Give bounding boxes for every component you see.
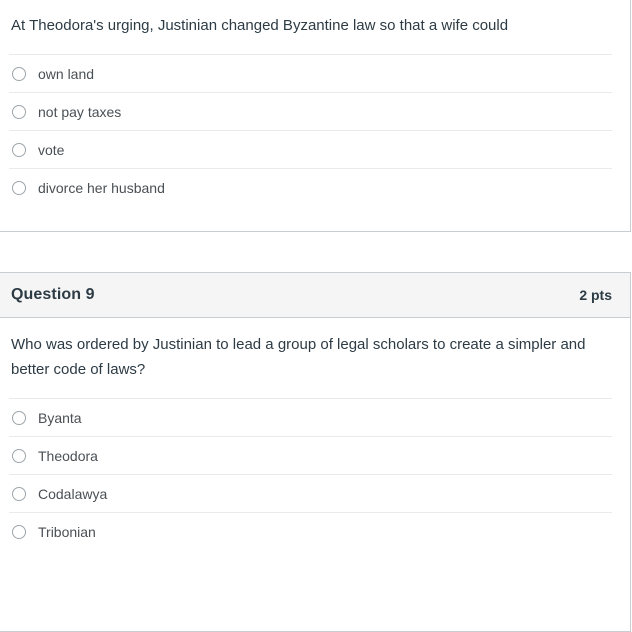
question-title: Question 9 [11, 286, 95, 303]
answer-option-label: not pay taxes [38, 103, 122, 120]
answer-option-label: Tribonian [38, 523, 96, 540]
question-text-1: At Theodora's urging, Justinian changed … [11, 17, 509, 34]
answer-option[interactable]: Byanta [9, 398, 612, 436]
question-points: 2 pts [579, 287, 612, 303]
radio-button-icon[interactable] [12, 524, 26, 539]
answer-option-label: Codalawya [38, 485, 108, 502]
answer-option[interactable]: vote [9, 130, 612, 168]
answer-list-2: Byanta Theodora Codalawya Tribonian [0, 398, 630, 550]
answer-option[interactable]: divorce her husband [9, 168, 612, 206]
question-card-1: At Theodora's urging, Justinian changed … [0, 0, 631, 232]
radio-button-icon[interactable] [12, 104, 26, 119]
radio-button-icon[interactable] [12, 142, 26, 157]
radio-button-icon[interactable] [12, 410, 26, 425]
answer-list-1: own land not pay taxes vote divorce her … [0, 54, 630, 206]
question-card-2: Question 9 2 pts Who was ordered by Just… [0, 272, 631, 632]
answer-option[interactable]: Theodora [9, 436, 612, 474]
question-text-2: Who was ordered by Justinian to lead a g… [11, 336, 586, 378]
answer-option[interactable]: Tribonian [9, 512, 612, 550]
radio-button-icon[interactable] [12, 66, 26, 81]
answer-option-label: Byanta [38, 409, 82, 426]
radio-button-icon[interactable] [12, 448, 26, 463]
answer-option-label: Theodora [38, 447, 98, 464]
answer-option-label: vote [38, 141, 65, 158]
answer-option[interactable]: Codalawya [9, 474, 612, 512]
radio-button-icon[interactable] [12, 180, 26, 195]
radio-button-icon[interactable] [12, 486, 26, 501]
answer-option-label: own land [38, 65, 95, 82]
answer-option-label: divorce her husband [38, 179, 165, 196]
answer-option[interactable]: own land [9, 54, 612, 92]
answer-option[interactable]: not pay taxes [9, 92, 612, 130]
question-header-2: Question 9 2 pts [0, 273, 630, 318]
quiz-page: At Theodora's urging, Justinian changed … [0, 0, 632, 632]
